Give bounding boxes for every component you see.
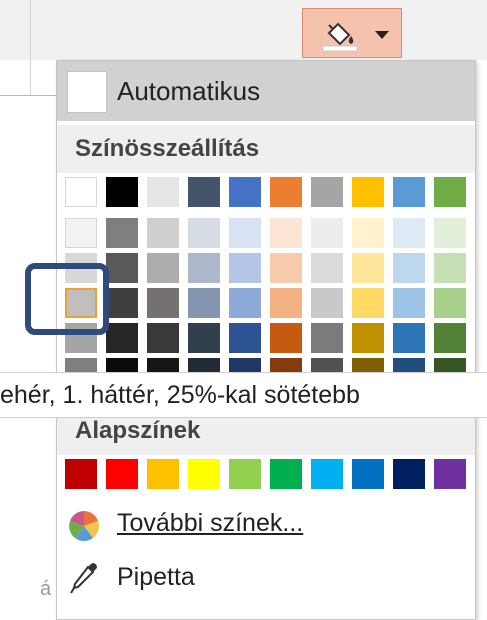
theme-shade-swatch[interactable] [147, 288, 179, 318]
theme-shade-swatch[interactable] [434, 218, 466, 248]
theme-shade-swatch[interactable] [393, 218, 425, 248]
theme-shade-swatch[interactable] [147, 253, 179, 283]
paint-bucket-icon [322, 22, 358, 51]
theme-shade-swatch[interactable] [188, 323, 220, 353]
theme-shade-swatch[interactable] [106, 288, 138, 318]
automatic-swatch [67, 71, 107, 113]
theme-shade-swatch[interactable] [311, 323, 343, 353]
theme-shade-swatch[interactable] [434, 323, 466, 353]
automatic-color-item[interactable]: Automatikus [57, 61, 475, 121]
ribbon-divider [30, 0, 31, 95]
theme-swatch[interactable] [434, 177, 466, 207]
theme-colors-heading: Színösszeállítás [57, 125, 475, 173]
document-text-fragment: á [40, 578, 52, 600]
theme-shade-swatch[interactable] [147, 323, 179, 353]
standard-swatch[interactable] [106, 459, 138, 489]
theme-shade-swatch[interactable] [270, 323, 302, 353]
theme-shade-swatch[interactable] [393, 288, 425, 318]
triangle-down-icon[interactable] [375, 31, 389, 39]
eyedropper-label: Pipetta [117, 563, 195, 591]
theme-swatch[interactable] [270, 177, 302, 207]
theme-shade-swatch[interactable] [188, 253, 220, 283]
theme-swatch[interactable] [188, 177, 220, 207]
theme-shade-swatch[interactable] [352, 288, 384, 318]
document-rule-line [0, 95, 60, 96]
theme-shade-swatch[interactable] [106, 253, 138, 283]
theme-shade-swatch[interactable] [188, 218, 220, 248]
theme-shade-swatch[interactable] [229, 253, 261, 283]
color-wheel-icon [69, 511, 99, 541]
standard-swatch[interactable] [229, 459, 261, 489]
standard-swatch[interactable] [188, 459, 220, 489]
theme-shade-swatch[interactable] [106, 323, 138, 353]
theme-shade-swatch[interactable] [270, 288, 302, 318]
more-colors-label: További színek... [117, 509, 304, 537]
standard-swatch[interactable] [352, 459, 384, 489]
theme-shade-swatch[interactable] [229, 218, 261, 248]
ribbon-background [0, 0, 487, 60]
theme-shade-swatch[interactable] [393, 323, 425, 353]
standard-swatch[interactable] [434, 459, 466, 489]
eyedropper-item[interactable]: Pipetta [57, 557, 475, 601]
theme-swatch[interactable] [393, 177, 425, 207]
theme-swatch[interactable] [147, 177, 179, 207]
standard-swatch[interactable] [65, 459, 97, 489]
theme-swatch[interactable] [229, 177, 261, 207]
selected-swatch-highlight-frame [25, 263, 109, 335]
theme-shade-swatch[interactable] [352, 323, 384, 353]
theme-shade-swatch[interactable] [393, 253, 425, 283]
theme-shade-swatch[interactable] [270, 253, 302, 283]
standard-swatch[interactable] [270, 459, 302, 489]
color-dropdown-panel: Automatikus Színösszeállítás Alapszínek … [56, 60, 476, 620]
tooltip-text: ehér, 1. háttér, 25%-kal sötétebb [0, 381, 360, 409]
more-colors-item[interactable]: További színek... [57, 503, 475, 547]
theme-swatch[interactable] [352, 177, 384, 207]
theme-shade-swatch[interactable] [311, 253, 343, 283]
theme-shade-swatch[interactable] [188, 288, 220, 318]
theme-shade-swatch[interactable] [311, 288, 343, 318]
theme-swatch[interactable] [311, 177, 343, 207]
theme-shade-swatch[interactable] [65, 218, 97, 248]
theme-swatch[interactable] [106, 177, 138, 207]
automatic-label: Automatikus [117, 76, 261, 106]
swatch-tooltip: ehér, 1. háttér, 25%-kal sötétebb [0, 372, 487, 418]
eyedropper-icon [70, 563, 97, 594]
theme-shade-swatch[interactable] [352, 253, 384, 283]
theme-shade-swatch[interactable] [229, 323, 261, 353]
standard-swatch[interactable] [311, 459, 343, 489]
fill-color-button[interactable] [302, 8, 402, 58]
theme-shade-swatch[interactable] [434, 253, 466, 283]
standard-swatch[interactable] [393, 459, 425, 489]
theme-swatch[interactable] [65, 177, 97, 207]
theme-shade-swatch[interactable] [147, 218, 179, 248]
theme-shade-swatch[interactable] [352, 218, 384, 248]
theme-shade-swatch[interactable] [270, 218, 302, 248]
theme-shade-swatch[interactable] [106, 218, 138, 248]
theme-shade-swatch[interactable] [311, 218, 343, 248]
theme-shade-swatch[interactable] [229, 288, 261, 318]
theme-shade-swatch[interactable] [434, 288, 466, 318]
standard-swatch[interactable] [147, 459, 179, 489]
